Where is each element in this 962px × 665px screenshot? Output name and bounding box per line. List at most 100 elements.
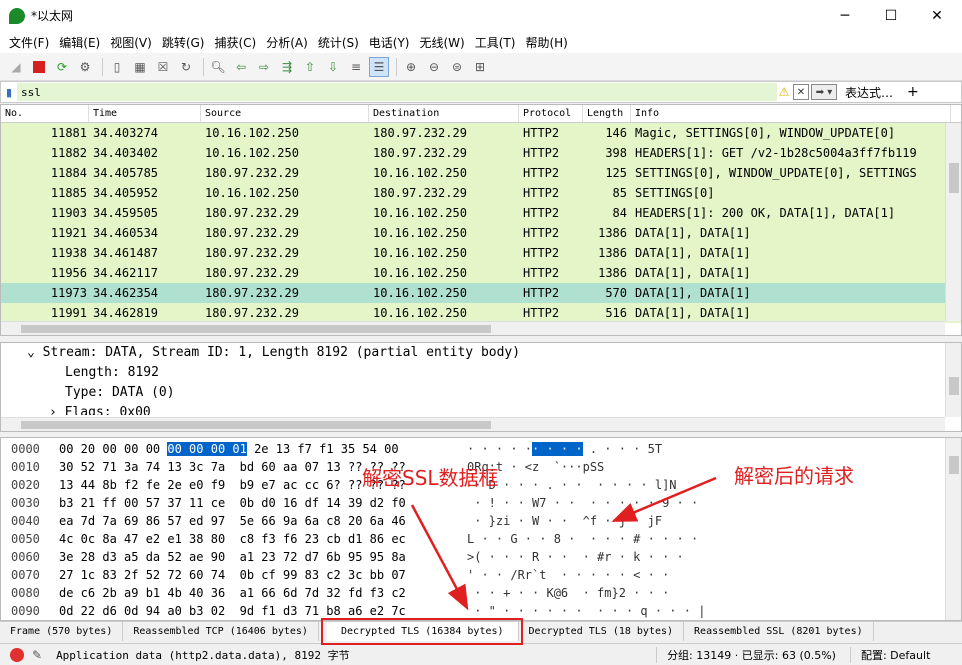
maximize-button[interactable]: ☐ xyxy=(868,0,914,31)
packet-list-vscrollbar[interactable] xyxy=(945,123,961,321)
hex-ascii[interactable]: · · + · · K@6 · fm}2 · · · xyxy=(467,584,669,602)
table-row[interactable]: 11991 34.462819 180.97.232.29 10.16.102.250… xyxy=(1,303,961,323)
reload-file-icon[interactable]: ↻ xyxy=(176,57,196,77)
open-file-icon[interactable]: ▯ xyxy=(107,57,127,77)
hex-vscrollbar[interactable] xyxy=(945,438,961,620)
go-back-icon[interactable]: ⇦ xyxy=(231,57,251,77)
restart-capture-icon[interactable]: ⟳ xyxy=(52,57,72,77)
details-vscrollbar[interactable] xyxy=(945,343,961,417)
table-row[interactable]: 11938 34.461487 180.97.232.29 10.16.102.250… xyxy=(1,243,961,263)
close-button[interactable]: ✕ xyxy=(914,0,960,31)
hex-bytes[interactable]: de c6 2b a9 b1 4b 40 36 a1 66 6d 7d 32 f… xyxy=(59,584,467,602)
table-row[interactable]: 11882 34.403402 10.16.102.250 180.97.232.29… xyxy=(1,143,961,163)
column-header[interactable]: Time xyxy=(89,105,201,122)
hex-ascii[interactable]: · · · · ·· · · · . · · · 5T xyxy=(467,440,662,458)
add-filter-button[interactable]: + xyxy=(907,84,919,100)
scroll-thumb[interactable] xyxy=(949,163,959,193)
autoscroll-icon[interactable]: ≡ xyxy=(346,57,366,77)
go-to-packet-icon[interactable]: ⇶ xyxy=(277,57,297,77)
hex-bytes[interactable]: 27 1c 83 2f 52 72 60 74 0b cf 99 83 c2 3… xyxy=(59,566,467,584)
column-header[interactable]: Source xyxy=(201,105,369,122)
menu-statistics[interactable]: 统计(S) xyxy=(313,34,364,51)
menu-tools[interactable]: 工具(T) xyxy=(470,34,521,51)
zoom-out-icon[interactable]: ⊖ xyxy=(424,57,444,77)
go-forward-icon[interactable]: ⇨ xyxy=(254,57,274,77)
hex-ascii[interactable]: L · · G · · 8 · · · · # · · · · xyxy=(467,530,698,548)
menu-analyze[interactable]: 分析(A) xyxy=(261,34,313,51)
menu-wireless[interactable]: 无线(W) xyxy=(415,34,470,51)
expert-info-icon[interactable] xyxy=(10,647,24,662)
hex-ascii[interactable]: ' · · /Rr`t · · · · · < · · xyxy=(467,566,669,584)
column-header[interactable]: Destination xyxy=(369,105,519,122)
column-header[interactable]: Protocol xyxy=(519,105,583,122)
details-stream-row[interactable]: ⌄ Stream: DATA, Stream ID: 1, Length 819… xyxy=(1,343,961,363)
hex-ascii[interactable]: >( · · · R · · · #r · k · · · xyxy=(467,548,684,566)
minimize-button[interactable]: ─ xyxy=(822,0,868,31)
table-row[interactable]: 11921 34.460534 180.97.232.29 10.16.102.250… xyxy=(1,223,961,243)
hex-bytes[interactable]: ea 7d 7a 69 86 57 ed 97 5e 66 9a 6a c8 2… xyxy=(59,512,467,530)
menu-edit[interactable]: 编辑(E) xyxy=(54,34,105,51)
hex-row[interactable]: 0050 4c 0c 8a 47 e2 e1 38 80 c8 f3 f6 23 … xyxy=(1,530,961,548)
tab-decrypted-tls-18[interactable]: Decrypted TLS (18 bytes) xyxy=(519,622,685,641)
menu-file[interactable]: 文件(F) xyxy=(4,34,54,51)
hex-bytes[interactable]: 00 20 00 00 00 00 00 00 01 2e 13 f7 f1 3… xyxy=(59,440,467,458)
colorize-icon[interactable]: ☰ xyxy=(369,56,389,77)
scroll-thumb[interactable] xyxy=(21,325,491,333)
go-last-icon[interactable]: ⇩ xyxy=(323,57,343,77)
column-header[interactable]: Length xyxy=(583,105,631,122)
zoom-in-icon[interactable]: ⊕ xyxy=(401,57,421,77)
details-type-row[interactable]: Type: DATA (0) xyxy=(1,383,961,403)
table-row[interactable]: 11885 34.405952 10.16.102.250 180.97.232.29… xyxy=(1,183,961,203)
menu-view[interactable]: 视图(V) xyxy=(105,34,157,51)
hex-row[interactable]: 0040 ea 7d 7a 69 86 57 ed 97 5e 66 9a 6a … xyxy=(1,512,961,530)
packet-list-hscrollbar[interactable] xyxy=(1,321,945,335)
find-packet-icon[interactable]: 🔍︎ xyxy=(208,57,228,77)
column-header[interactable]: No. xyxy=(1,105,89,122)
resize-columns-icon[interactable]: ⊞ xyxy=(470,57,490,77)
tab-frame[interactable]: Frame (570 bytes) xyxy=(0,622,124,641)
start-capture-icon[interactable]: ◢ xyxy=(6,57,26,77)
hex-row[interactable]: 0080 de c6 2b a9 b1 4b 40 36 a1 66 6d 7d … xyxy=(1,584,961,602)
scroll-thumb[interactable] xyxy=(21,421,491,429)
tab-reassembled-ssl[interactable]: Reassembled SSL (8201 bytes) xyxy=(684,622,874,641)
stop-capture-icon[interactable] xyxy=(29,57,49,77)
hex-row[interactable]: 0070 27 1c 83 2f 52 72 60 74 0b cf 99 83 … xyxy=(1,566,961,584)
clear-filter-icon[interactable]: ✕ xyxy=(793,84,809,100)
hex-ascii[interactable]: · }zi · W · · ^f · j · jF xyxy=(467,512,662,530)
edit-comment-icon[interactable]: ✎ xyxy=(32,648,42,662)
profile-label[interactable]: 配置: Default xyxy=(849,646,930,663)
zoom-reset-icon[interactable]: ⊜ xyxy=(447,57,467,77)
apply-filter-icon[interactable]: ➡ ▾ xyxy=(811,84,837,100)
table-row[interactable]: 11956 34.462117 180.97.232.29 10.16.102.250… xyxy=(1,263,961,283)
menu-telephony[interactable]: 电话(Y) xyxy=(364,34,415,51)
capture-options-icon[interactable]: ⚙ xyxy=(75,57,95,77)
hex-bytes[interactable]: b3 21 ff 00 57 37 11 ce 0b d0 16 df 14 3… xyxy=(59,494,467,512)
scroll-thumb[interactable] xyxy=(949,456,959,474)
hex-bytes[interactable]: 3e 28 d3 a5 da 52 ae 90 a1 23 72 d7 6b 9… xyxy=(59,548,467,566)
expression-button[interactable]: 表达式… xyxy=(845,84,893,101)
details-hscrollbar[interactable] xyxy=(1,417,945,431)
table-row[interactable]: 11884 34.405785 180.97.232.29 10.16.102.250… xyxy=(1,163,961,183)
hex-row[interactable]: 0000 00 20 00 00 00 00 00 00 01 2e 13 f7 … xyxy=(1,440,961,458)
column-header[interactable]: Info xyxy=(631,105,951,122)
tab-reassembled-tcp[interactable]: Reassembled TCP (16406 bytes) xyxy=(123,622,319,641)
table-row[interactable]: 11881 34.403274 10.16.102.250 180.97.232.29… xyxy=(1,123,961,143)
bookmark-icon[interactable]: ▮ xyxy=(1,83,17,101)
hex-row[interactable]: 0060 3e 28 d3 a5 da 52 ae 90 a1 23 72 d7 … xyxy=(1,548,961,566)
display-filter-input[interactable] xyxy=(17,83,777,101)
details-length-row[interactable]: Length: 8192 xyxy=(1,363,961,383)
collapse-arrow-icon[interactable]: ⌄ xyxy=(27,345,43,360)
expand-arrow-icon[interactable]: › xyxy=(49,405,65,415)
table-row[interactable]: 11973 34.462354 180.97.232.29 10.16.102.250… xyxy=(1,283,961,303)
hex-bytes[interactable]: 4c 0c 8a 47 e2 e1 38 80 c8 f3 f6 23 cb d… xyxy=(59,530,467,548)
menu-go[interactable]: 跳转(G) xyxy=(157,34,210,51)
scroll-thumb[interactable] xyxy=(949,377,959,395)
menu-help[interactable]: 帮助(H) xyxy=(520,34,572,51)
details-flags-row[interactable]: › Flags: 0x00 xyxy=(1,403,961,415)
hex-row[interactable]: 0030 b3 21 ff 00 57 37 11 ce 0b d0 16 df … xyxy=(1,494,961,512)
go-first-icon[interactable]: ⇧ xyxy=(300,57,320,77)
menu-capture[interactable]: 捕获(C) xyxy=(209,34,261,51)
save-file-icon[interactable]: ▦ xyxy=(130,57,150,77)
close-file-icon[interactable]: ☒ xyxy=(153,57,173,77)
table-row[interactable]: 11903 34.459505 180.97.232.29 10.16.102.250… xyxy=(1,203,961,223)
